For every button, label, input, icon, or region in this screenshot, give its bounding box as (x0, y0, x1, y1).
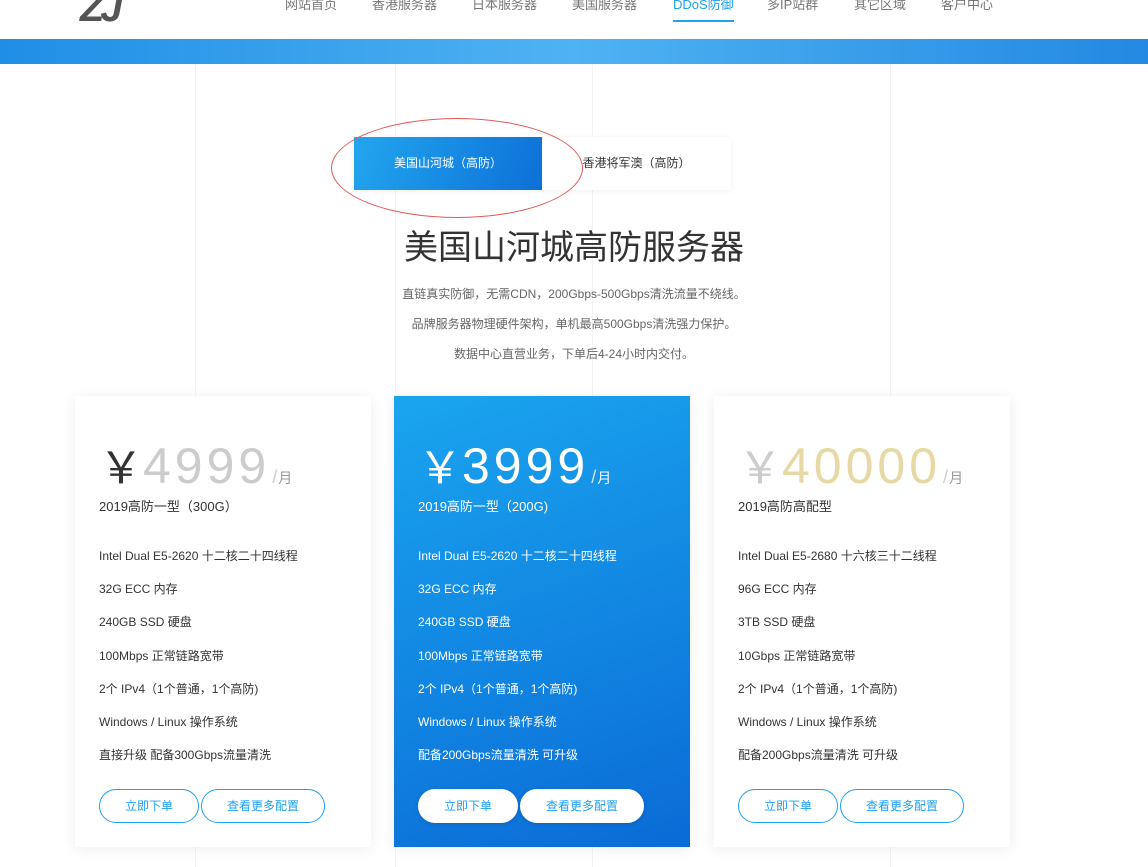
spec-memory: 32G ECC 内存 (418, 582, 497, 596)
spec-bandwidth: 100Mbps 正常链路宽带 (418, 649, 543, 663)
spec-os: Windows / Linux 操作系统 (418, 715, 557, 729)
plan-card: ￥4999月 2019高防一型（300G） Intel Dual E5-2620… (75, 396, 371, 847)
plan-name: 2019高防一型（200G) (418, 499, 549, 514)
more-config-button[interactable]: 查看更多配置 (840, 789, 964, 823)
tab-hongkong-tseung-kwan-o[interactable]: 香港将军澳（高防） (542, 137, 731, 190)
spec-ip: 2个 IPv4（1个普通，1个高防) (738, 682, 898, 696)
price-unit: 月 (591, 470, 611, 486)
currency-symbol: ￥ (738, 444, 782, 493)
spec-bandwidth: 100Mbps 正常链路宽带 (99, 649, 224, 663)
nav-item-us-server[interactable]: 美国服务器 (572, 0, 637, 13)
description-line: 数据中心直营业务，下单后4-24小时内交付。 (453, 347, 695, 361)
spec-disk: 240GB SSD 硬盘 (99, 615, 192, 629)
spec-protection: 配备200Gbps流量清洗 可升级 (738, 748, 899, 762)
spec-ip: 2个 IPv4（1个普通，1个高防) (99, 682, 259, 696)
spec-cpu: Intel Dual E5-2620 十二核二十四线程 (418, 549, 617, 563)
spec-os: Windows / Linux 操作系统 (99, 715, 238, 729)
more-config-button[interactable]: 查看更多配置 (520, 789, 644, 823)
price: ￥40000月 (738, 432, 963, 496)
page-title: 美国山河城高防服务器 (404, 229, 744, 267)
plan-card-featured: ￥3999月 2019高防一型（200G) Intel Dual E5-2620… (394, 396, 690, 847)
spec-memory: 96G ECC 内存 (738, 582, 817, 596)
price: ￥4999月 (99, 432, 292, 496)
order-button[interactable]: 立即下单 (738, 789, 838, 823)
order-button[interactable]: 立即下单 (99, 789, 199, 823)
price: ￥3999月 (418, 432, 611, 496)
description-line: 直链真实防御，无需CDN，200Gbps-500Gbps清洗流量不绕线。 (402, 287, 746, 301)
nav-item-multi-ip[interactable]: 多IP站群 (767, 0, 818, 13)
spec-os: Windows / Linux 操作系统 (738, 715, 877, 729)
spec-disk: 3TB SSD 硬盘 (738, 615, 816, 629)
nav-item-home[interactable]: 网站首页 (285, 0, 337, 13)
price-amount: 40000 (782, 438, 942, 494)
nav-item-customer-center[interactable]: 客户中心 (941, 0, 993, 13)
plan-name: 2019高防一型（300G） (99, 499, 238, 514)
spec-protection: 配备200Gbps流量清洗 可升级 (418, 748, 579, 762)
tab-us-shanhe-city[interactable]: 美国山河城（高防） (354, 137, 542, 190)
nav-item-japan-server[interactable]: 日本服务器 (472, 0, 537, 13)
nav-item-ddos-defense[interactable]: DDoS防御 (673, 0, 734, 22)
header-banner (0, 39, 1148, 64)
spec-protection: 直接升级 配备300Gbps流量清洗 (99, 748, 272, 762)
price-unit: 月 (272, 470, 292, 486)
spec-ip: 2个 IPv4（1个普通，1个高防) (418, 682, 578, 696)
price-amount: 4999 (143, 438, 271, 494)
region-tabs: 美国山河城（高防） 香港将军澳（高防） (354, 137, 731, 190)
site-logo[interactable]: ZJ (80, 0, 123, 31)
nav-item-other-regions[interactable]: 其它区域 (854, 0, 906, 13)
price-unit: 月 (943, 470, 963, 486)
plan-card: ￥40000月 2019高防高配型 Intel Dual E5-2680 十六核… (714, 396, 1010, 847)
spec-cpu: Intel Dual E5-2620 十二核二十四线程 (99, 549, 298, 563)
plan-name: 2019高防高配型 (738, 499, 832, 514)
more-config-button[interactable]: 查看更多配置 (201, 789, 325, 823)
spec-cpu: Intel Dual E5-2680 十六核三十二线程 (738, 549, 937, 563)
nav-item-hongkong-server[interactable]: 香港服务器 (372, 0, 437, 13)
currency-symbol: ￥ (99, 444, 143, 493)
spec-memory: 32G ECC 内存 (99, 582, 178, 596)
top-navigation: ZJ 网站首页 香港服务器 日本服务器 美国服务器 DDoS防御 多IP站群 其… (0, 0, 1148, 39)
spec-disk: 240GB SSD 硬盘 (418, 615, 511, 629)
spec-bandwidth: 10Gbps 正常链路宽带 (738, 649, 856, 663)
description-line: 品牌服务器物理硬件架构，单机最高500Gbps清洗强力保护。 (411, 317, 737, 331)
price-amount: 3999 (462, 438, 590, 494)
currency-symbol: ￥ (418, 444, 462, 493)
order-button[interactable]: 立即下单 (418, 789, 518, 823)
